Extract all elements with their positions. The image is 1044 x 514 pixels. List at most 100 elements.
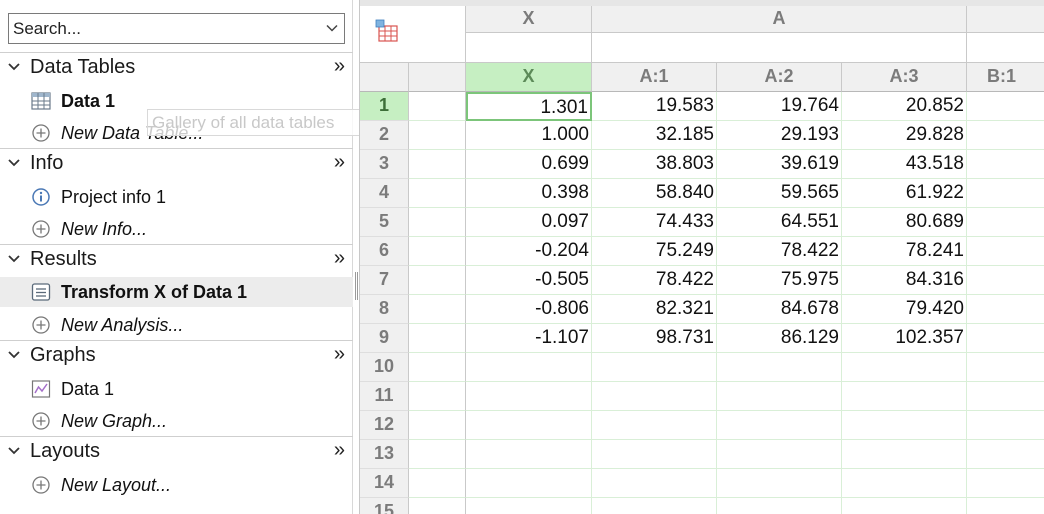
table-cell[interactable]: 59.565	[717, 179, 842, 208]
table-cell[interactable]	[842, 469, 967, 498]
table-cell[interactable]: 102.357	[842, 324, 967, 353]
table-cell[interactable]: 86.129	[717, 324, 842, 353]
more-button[interactable]: »	[334, 439, 345, 462]
section-results[interactable]: Results »	[0, 245, 353, 275]
table-cell[interactable]	[592, 469, 717, 498]
column-header-a3[interactable]: A:3	[842, 63, 967, 92]
table-cell[interactable]	[466, 411, 592, 440]
chevron-down-icon[interactable]	[7, 157, 21, 169]
row-header[interactable]: 13	[360, 440, 409, 469]
table-cell[interactable]: 0.398	[466, 179, 592, 208]
row-header[interactable]: 8	[360, 295, 409, 324]
table-cell[interactable]	[967, 150, 1044, 179]
sidebar-item-project-info[interactable]: Project info 1	[0, 182, 353, 212]
row-header[interactable]: 14	[360, 469, 409, 498]
row-header[interactable]: 3	[360, 150, 409, 179]
table-cell[interactable]	[466, 382, 592, 411]
table-cell[interactable]	[967, 353, 1044, 382]
table-cell[interactable]: 82.321	[592, 295, 717, 324]
row-header[interactable]: 1	[360, 92, 409, 121]
table-cell[interactable]	[592, 498, 717, 514]
table-cell[interactable]	[967, 411, 1044, 440]
table-cell[interactable]: -0.204	[466, 237, 592, 266]
row-title-cell[interactable]	[409, 237, 466, 266]
table-cell[interactable]: 80.689	[842, 208, 967, 237]
table-cell[interactable]: 29.828	[842, 121, 967, 150]
b-title-cell[interactable]	[967, 33, 1044, 63]
table-cell[interactable]	[967, 295, 1044, 324]
table-cell[interactable]	[592, 382, 717, 411]
row-title-cell[interactable]	[409, 266, 466, 295]
table-cell[interactable]	[842, 411, 967, 440]
row-header[interactable]: 9	[360, 324, 409, 353]
row-title-cell[interactable]	[409, 324, 466, 353]
row-header[interactable]: 2	[360, 121, 409, 150]
row-header[interactable]: 10	[360, 353, 409, 382]
chevron-down-icon[interactable]	[7, 61, 21, 73]
table-cell[interactable]	[717, 353, 842, 382]
column-header-a1[interactable]: A:1	[592, 63, 717, 92]
x-title-cell[interactable]	[466, 33, 592, 63]
table-cell[interactable]: -0.505	[466, 266, 592, 295]
table-cell[interactable]	[592, 440, 717, 469]
section-info[interactable]: Info »	[0, 149, 353, 179]
search-combobox[interactable]: Search...	[8, 13, 345, 44]
table-cell[interactable]	[592, 411, 717, 440]
table-cell[interactable]	[717, 498, 842, 514]
table-cell[interactable]: 79.420	[842, 295, 967, 324]
table-cell[interactable]: 64.551	[717, 208, 842, 237]
a-title-cell[interactable]	[592, 33, 967, 63]
table-cell[interactable]: 84.316	[842, 266, 967, 295]
table-cell[interactable]: 75.975	[717, 266, 842, 295]
table-format-icon[interactable]	[375, 19, 399, 43]
row-title-cell[interactable]	[409, 353, 466, 382]
more-button[interactable]: »	[334, 55, 345, 78]
sidebar-item-graph-data-1[interactable]: Data 1	[0, 374, 353, 404]
table-cell[interactable]: 78.241	[842, 237, 967, 266]
table-cell[interactable]: 58.840	[592, 179, 717, 208]
row-title-cell[interactable]	[409, 440, 466, 469]
table-cell[interactable]	[967, 266, 1044, 295]
table-cell[interactable]	[842, 382, 967, 411]
table-cell[interactable]	[466, 440, 592, 469]
table-cell[interactable]	[967, 179, 1044, 208]
table-cell[interactable]	[842, 498, 967, 514]
table-cell[interactable]: 43.518	[842, 150, 967, 179]
row-header[interactable]: 6	[360, 237, 409, 266]
section-layouts[interactable]: Layouts »	[0, 437, 353, 467]
row-title-cell[interactable]	[409, 498, 466, 514]
row-title-cell[interactable]	[409, 208, 466, 237]
table-cell[interactable]: 32.185	[592, 121, 717, 150]
sidebar-item-new-graph[interactable]: New Graph...	[0, 406, 353, 436]
row-title-cell[interactable]	[409, 92, 466, 121]
row-title-cell[interactable]	[409, 411, 466, 440]
table-cell[interactable]: 39.619	[717, 150, 842, 179]
group-header-a[interactable]: A	[592, 6, 967, 33]
table-cell[interactable]: 1.301	[466, 92, 592, 121]
table-cell[interactable]	[967, 92, 1044, 121]
chevron-down-icon[interactable]	[7, 253, 21, 265]
table-cell[interactable]	[592, 353, 717, 382]
sidebar-item-transform-x[interactable]: Transform X of Data 1	[0, 277, 353, 307]
table-cell[interactable]	[967, 208, 1044, 237]
row-title-cell[interactable]	[409, 295, 466, 324]
column-header-b1[interactable]: B:1	[967, 63, 1044, 92]
group-header-x[interactable]: X	[466, 6, 592, 33]
table-cell[interactable]	[717, 469, 842, 498]
table-cell[interactable]: 0.097	[466, 208, 592, 237]
column-header-x[interactable]: X	[466, 63, 592, 92]
group-header-b[interactable]	[967, 6, 1044, 33]
row-header[interactable]: 5	[360, 208, 409, 237]
splitter-handle[interactable]	[355, 272, 358, 300]
table-cell[interactable]	[967, 498, 1044, 514]
row-title-cell[interactable]	[409, 382, 466, 411]
table-cell[interactable]: 75.249	[592, 237, 717, 266]
table-cell[interactable]	[967, 382, 1044, 411]
table-cell[interactable]: 1.000	[466, 121, 592, 150]
table-cell[interactable]: 38.803	[592, 150, 717, 179]
row-header[interactable]: 7	[360, 266, 409, 295]
table-cell[interactable]: 20.852	[842, 92, 967, 121]
table-cell[interactable]: 98.731	[592, 324, 717, 353]
table-cell[interactable]: 19.764	[717, 92, 842, 121]
row-title-cell[interactable]	[409, 179, 466, 208]
